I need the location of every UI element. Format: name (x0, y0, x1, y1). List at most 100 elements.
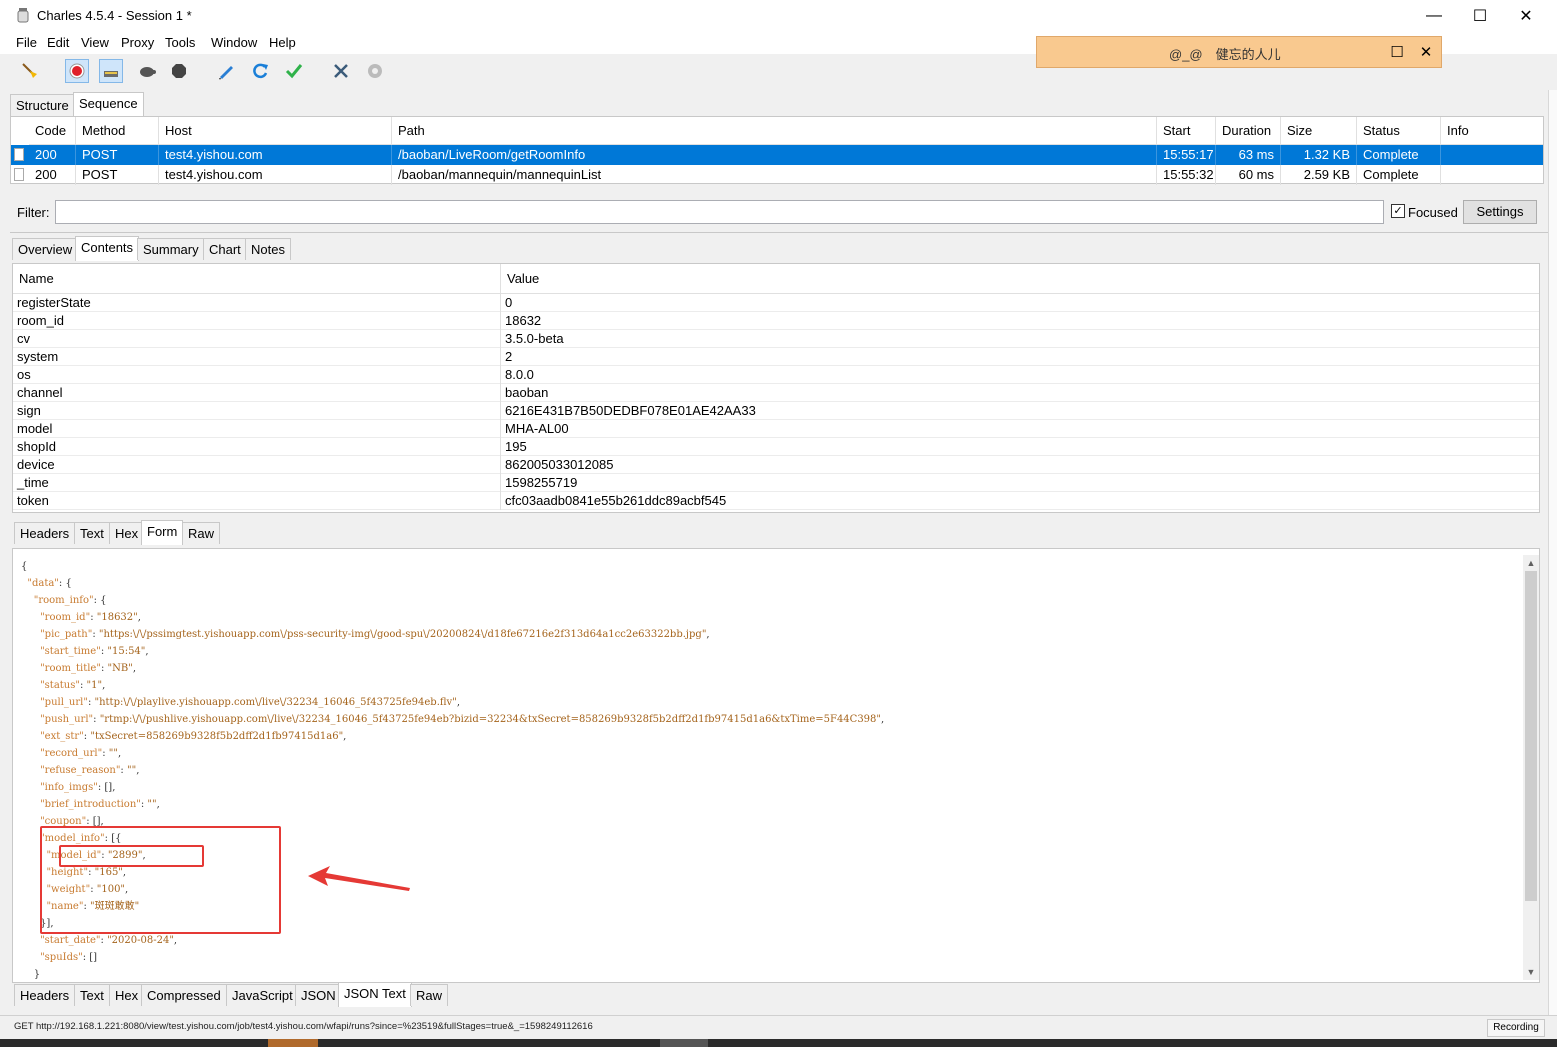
json-line: "ext_str": "txSecret=858269b9328f5b2dff2… (40, 731, 347, 742)
tab-sequence[interactable]: Sequence (73, 92, 144, 117)
form-row-value: 195 (505, 439, 527, 454)
annotation-model-id-box (59, 845, 204, 867)
splitter[interactable] (10, 232, 1548, 233)
tab-request-form[interactable]: Form (141, 520, 184, 545)
cell-method: POST (76, 165, 159, 185)
tab-response-headers[interactable]: Headers (14, 984, 76, 1006)
menu-proxy[interactable]: Proxy (121, 35, 154, 50)
form-row[interactable]: model MHA-AL00 (13, 420, 1539, 438)
right-scroll-edge (1548, 32, 1557, 1032)
form-row[interactable]: channel baoban (13, 384, 1539, 402)
form-row-value: 2 (505, 349, 513, 364)
column-header-host[interactable]: Host (159, 117, 392, 145)
menu-edit[interactable]: Edit (47, 35, 69, 50)
focused-checkbox[interactable]: ✓ (1391, 204, 1405, 218)
record-icon[interactable] (65, 59, 89, 83)
refresh-icon[interactable] (248, 59, 272, 83)
form-row-name: registerState (13, 294, 501, 312)
scroll-up-icon[interactable]: ▲ (1523, 555, 1539, 571)
menu-help[interactable]: Help (269, 35, 296, 50)
close-button[interactable]: ✕ (1503, 0, 1549, 32)
tab-contents[interactable]: Contents (75, 236, 140, 261)
column-header-size[interactable]: Size (1281, 117, 1357, 145)
scroll-thumb[interactable] (1525, 571, 1537, 901)
maximize-button[interactable]: ☐ (1457, 0, 1503, 32)
sequence-table: Code Method Host Path Start Duration Siz… (10, 116, 1544, 185)
tab-request-raw[interactable]: Raw (182, 522, 221, 544)
json-line: "status": "1", (40, 680, 106, 691)
menu-view[interactable]: View (81, 35, 109, 50)
tab-response-hex[interactable]: Hex (109, 984, 145, 1006)
recording-indicator[interactable]: Recording (1487, 1019, 1545, 1037)
json-line: "spuIds": [] (40, 952, 98, 963)
menu-file[interactable]: File (16, 35, 37, 50)
column-header-code[interactable]: Code (29, 117, 76, 145)
tab-summary[interactable]: Summary (137, 238, 205, 260)
menu-tools[interactable]: Tools (165, 35, 195, 50)
form-row[interactable]: _time 1598255719 (13, 474, 1539, 492)
toast-text: @_@ 健忘的人儿 (1169, 47, 1281, 62)
tab-response-compressed[interactable]: Compressed (141, 984, 227, 1006)
cell-size: 2.59 KB (1281, 165, 1357, 185)
column-header-method[interactable]: Method (76, 117, 159, 145)
vertical-scrollbar[interactable]: ▲ ▼ (1523, 555, 1539, 980)
column-header-start[interactable]: Start (1157, 117, 1216, 145)
tab-request-hex[interactable]: Hex (109, 522, 145, 544)
minimize-button[interactable]: — (1411, 0, 1457, 32)
tab-structure[interactable]: Structure (10, 94, 75, 116)
form-row[interactable]: system 2 (13, 348, 1539, 366)
json-line: "room_id": "18632", (40, 612, 141, 623)
cell-code: 200 (29, 145, 76, 165)
compose-pen-icon[interactable] (214, 59, 238, 83)
form-row[interactable]: shopId 195 (13, 438, 1539, 456)
menu-window[interactable]: Window (211, 35, 257, 50)
form-row[interactable]: token cfc03aadb0841e55b261ddc89acbf545 (13, 492, 1539, 510)
toast-close-button[interactable]: ✕ (1416, 42, 1436, 62)
response-tabs: Headers Text Hex Compressed JavaScript J… (14, 982, 474, 1007)
tab-request-headers[interactable]: Headers (14, 522, 76, 544)
column-header-status[interactable]: Status (1357, 117, 1441, 145)
stop-hexagon-icon[interactable] (167, 59, 191, 83)
form-row-name: room_id (13, 312, 501, 330)
tab-response-raw[interactable]: Raw (410, 984, 449, 1006)
cell-code: 200 (29, 165, 76, 185)
tab-response-javascript[interactable]: JavaScript (226, 984, 299, 1006)
json-line: "push_url": "rtmp:\/\/pushlive.yishouapp… (40, 714, 885, 725)
form-row-name: channel (13, 384, 501, 402)
form-row[interactable]: device 862005033012085 (13, 456, 1539, 474)
form-row[interactable]: cv 3.5.0-beta (13, 330, 1539, 348)
column-header-value[interactable]: Value (501, 264, 1539, 294)
throttle-icon[interactable] (99, 59, 123, 83)
settings-button[interactable]: Settings (1463, 200, 1537, 224)
tab-notes[interactable]: Notes (245, 238, 291, 260)
tools-icon[interactable] (329, 59, 353, 83)
taskbar-item[interactable] (660, 1039, 708, 1047)
form-row-value: 8.0.0 (505, 367, 534, 382)
column-header-info[interactable]: Info (1441, 117, 1543, 145)
tab-overview[interactable]: Overview (12, 238, 79, 260)
tab-response-json-text[interactable]: JSON Text (338, 982, 412, 1007)
column-header-duration[interactable]: Duration (1216, 117, 1281, 145)
form-row[interactable]: os 8.0.0 (13, 366, 1539, 384)
turtle-icon[interactable] (135, 59, 159, 83)
tab-chart[interactable]: Chart (203, 238, 247, 260)
table-row[interactable]: 200 POST test4.yishou.com /baoban/LiveRo… (11, 145, 1543, 165)
filter-input[interactable] (55, 200, 1384, 224)
tab-request-text[interactable]: Text (74, 522, 110, 544)
cell-path: /baoban/mannequin/mannequinList (392, 165, 1157, 185)
column-header-path[interactable]: Path (392, 117, 1157, 145)
taskbar-item[interactable] (268, 1039, 318, 1047)
broom-clear-icon[interactable] (18, 59, 42, 83)
form-row[interactable]: sign 6216E431B7B50DEDBF078E01AE42AA33 (13, 402, 1539, 420)
tab-response-text[interactable]: Text (74, 984, 110, 1006)
json-line: "info_imgs": [], (40, 782, 116, 793)
scroll-down-icon[interactable]: ▼ (1523, 964, 1539, 980)
form-row[interactable]: room_id 18632 (13, 312, 1539, 330)
settings-gear-icon[interactable] (363, 59, 387, 83)
tab-response-json[interactable]: JSON (295, 984, 342, 1006)
validate-check-icon[interactable] (282, 59, 306, 83)
column-header-name[interactable]: Name (13, 264, 501, 294)
form-row[interactable]: registerState 0 (13, 294, 1539, 312)
toast-restore-button[interactable]: ☐ (1387, 42, 1407, 62)
table-row[interactable]: 200 POST test4.yishou.com /baoban/manneq… (11, 165, 1543, 185)
